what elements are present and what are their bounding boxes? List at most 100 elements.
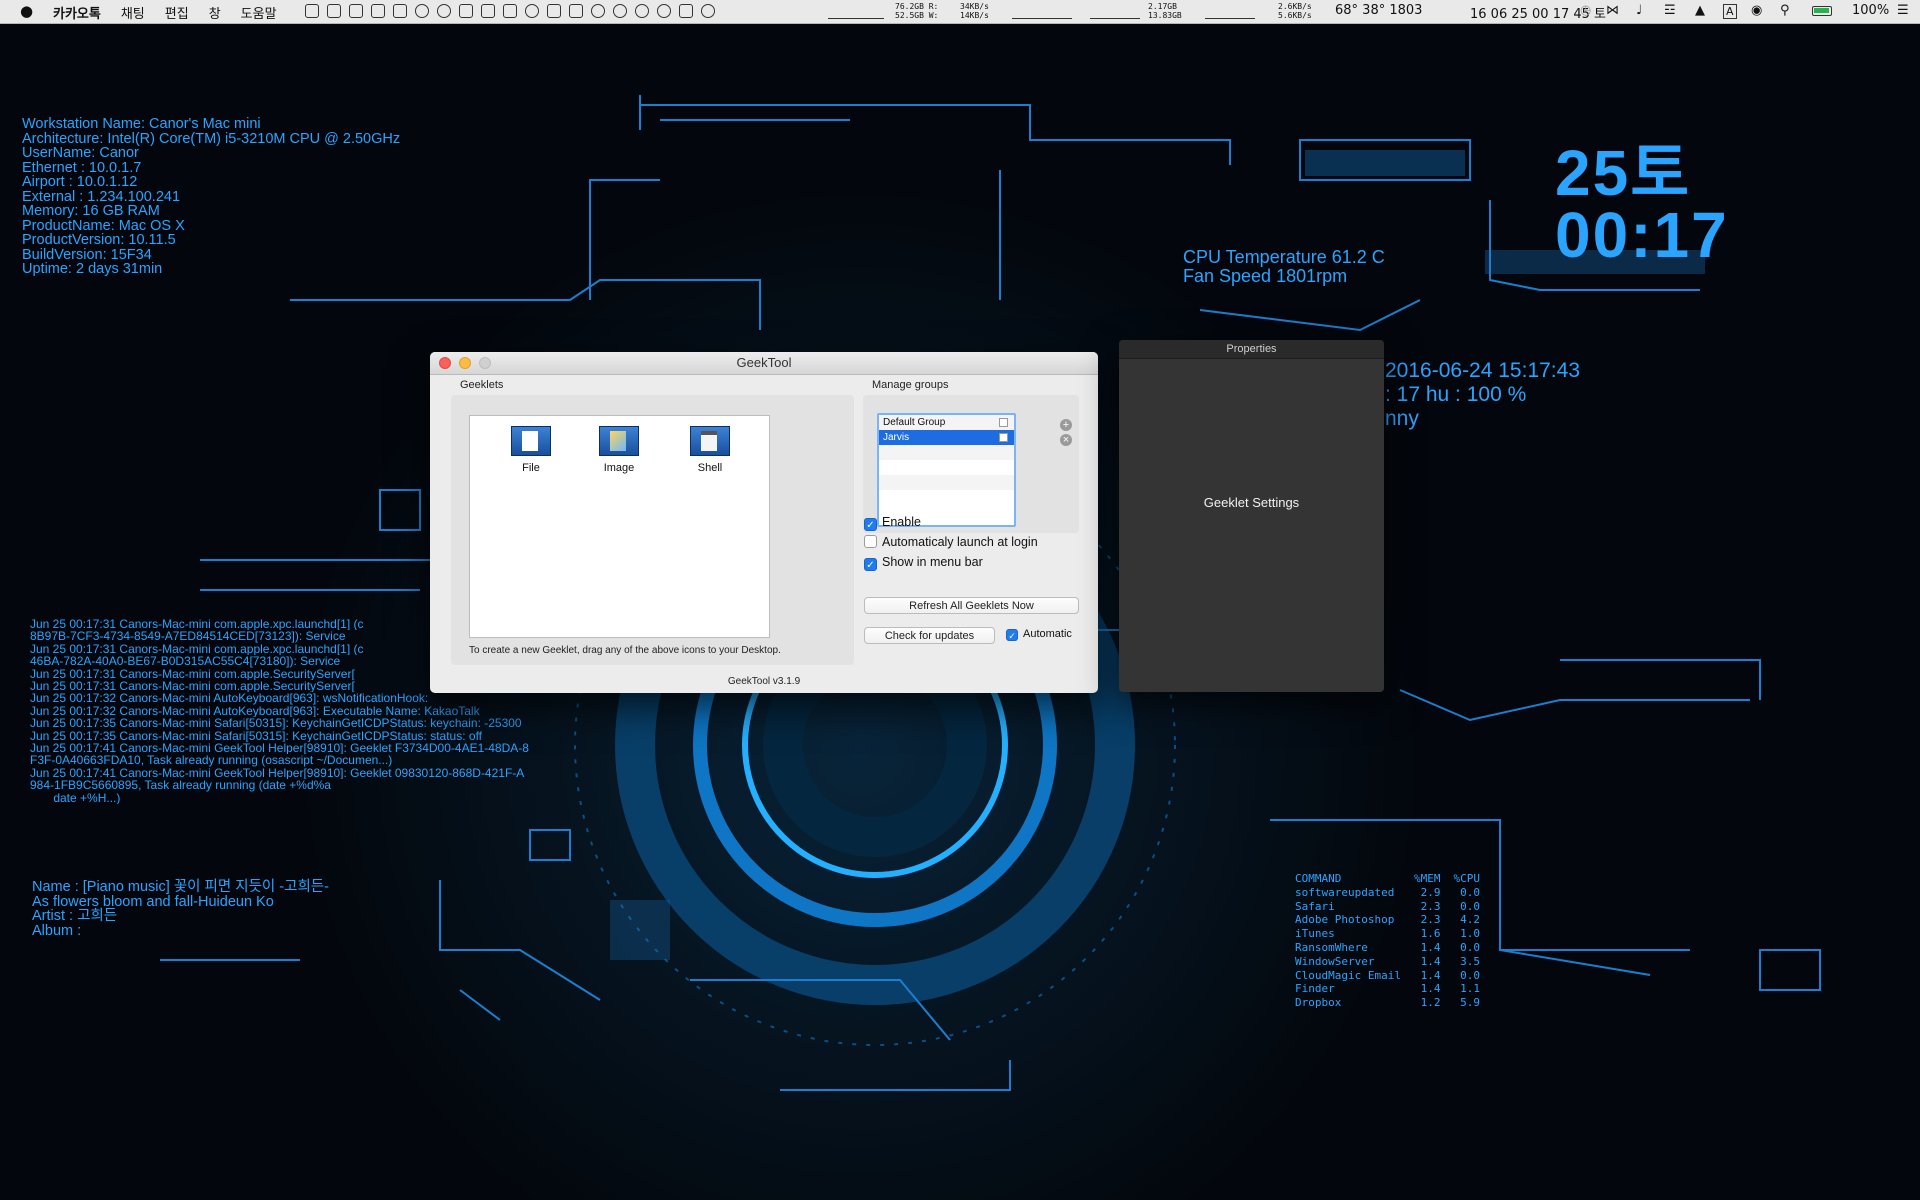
disk-stats[interactable]: 76.2GB R: 52.5GB W: <box>895 2 938 20</box>
log-line: Jun 25 00:17:41 Canors-Mac-mini GeekTool… <box>30 742 529 755</box>
process-row: CloudMagic Email 1.4 0.0 <box>1295 969 1483 983</box>
process-row: Dropbox 1.2 5.9 <box>1295 996 1483 1010</box>
apple-menu-icon[interactable]: ● <box>20 2 33 20</box>
process-mem: 1.4 <box>1420 940 1441 954</box>
sysinfo-line: Workstation Name: Canor's Mac mini <box>22 116 261 132</box>
clock-icon[interactable] <box>415 4 429 18</box>
temperature-readout[interactable]: 68° 38° 1803 <box>1335 3 1422 18</box>
eject-icon[interactable]: ▲ <box>1695 3 1705 18</box>
geektool-window: GeekTool Geeklets File Image Shell To cr… <box>430 352 1098 693</box>
menu-chat[interactable]: 채팅 <box>121 3 145 22</box>
group-visible-checkbox[interactable] <box>999 433 1008 442</box>
memory-graph[interactable] <box>1090 4 1140 19</box>
disk-icon[interactable] <box>393 4 407 18</box>
memory-free: 13.83GB <box>1148 11 1182 20</box>
folder-icon[interactable] <box>503 4 517 18</box>
input-source-icon[interactable]: A <box>1723 4 1737 19</box>
show-in-menubar-label: Show in menu bar <box>882 555 983 569</box>
menu-app-kakaotalk[interactable]: 카카오톡 <box>53 3 101 22</box>
process-mem: 1.4 <box>1420 954 1441 968</box>
process-name: Finder <box>1295 982 1335 996</box>
notification-icon[interactable] <box>701 4 715 18</box>
network-stats[interactable]: 2.6KB/s 5.6KB/s <box>1278 2 1312 20</box>
siri-icon[interactable]: ◉ <box>1751 3 1762 18</box>
group-name: Default Group <box>883 417 946 428</box>
search-icon[interactable]: ⚲ <box>1780 3 1790 18</box>
info-icon[interactable] <box>525 4 539 18</box>
activity-graph[interactable] <box>1012 4 1072 19</box>
network-graph[interactable] <box>1205 4 1255 19</box>
group-row-default[interactable]: Default Group <box>879 415 1014 430</box>
close-button[interactable] <box>439 357 451 369</box>
grid-icon[interactable] <box>481 4 495 18</box>
geeklet-file[interactable]: File <box>501 426 561 474</box>
automatic-row[interactable]: ✓ Automatic <box>1006 628 1072 641</box>
drop-icon[interactable] <box>613 4 627 18</box>
battery-icon[interactable] <box>1812 6 1832 16</box>
compass-icon[interactable] <box>591 4 605 18</box>
info-circle-icon[interactable] <box>657 4 671 18</box>
list-icon[interactable] <box>349 4 363 18</box>
geeklet-image[interactable]: Image <box>589 426 649 474</box>
volume-icon[interactable]: ♩ <box>1636 3 1642 18</box>
col-mem: %MEM <box>1413 872 1441 885</box>
disk-rates[interactable]: 34KB/s 14KB/s <box>960 2 989 20</box>
check-updates-button[interactable]: Check for updates <box>864 627 995 644</box>
autolaunch-label: Automaticaly launch at login <box>882 535 1038 549</box>
process-name: iTunes <box>1295 927 1335 941</box>
wifi-icon[interactable]: ☲ <box>1664 3 1676 18</box>
group-row-jarvis[interactable]: Jarvis <box>879 430 1014 445</box>
clock-time: 00:17 <box>1555 199 1729 271</box>
keyboard-icon[interactable] <box>679 4 693 18</box>
process-name: CloudMagic Email <box>1295 968 1401 982</box>
clipboard-icon[interactable] <box>327 4 341 18</box>
process-mem: 2.3 <box>1420 899 1441 913</box>
process-cpu: 1.1 <box>1460 982 1480 996</box>
show-in-menubar-row[interactable]: ✓ Show in menu bar <box>864 555 983 571</box>
process-cpu: 0.0 <box>1460 940 1480 954</box>
zoom-button <box>479 357 491 369</box>
window-icon[interactable] <box>459 4 473 18</box>
enable-checkbox[interactable]: ✓ <box>864 518 877 531</box>
group-name: Jarvis <box>883 432 910 443</box>
notification-center-icon[interactable]: ☰ <box>1897 3 1909 18</box>
battery-percent[interactable]: 100% <box>1852 3 1889 18</box>
disk-read-rate: 34KB/s <box>960 2 989 11</box>
terminal-icon[interactable] <box>371 4 385 18</box>
remove-group-button[interactable]: × <box>1060 434 1072 446</box>
time-machine-icon[interactable]: ◷ <box>1580 3 1591 18</box>
sync-icon[interactable] <box>635 4 649 18</box>
dropbox-icon[interactable] <box>547 4 561 18</box>
autolaunch-row[interactable]: Automaticaly launch at login <box>864 535 1038 549</box>
automatic-checkbox[interactable]: ✓ <box>1006 629 1018 641</box>
geeklet-shell[interactable]: Shell <box>680 426 740 474</box>
sysinfo-line: UserName: Canor <box>22 145 139 161</box>
process-row: RansomWhere 1.4 0.0 <box>1295 941 1483 955</box>
enable-row[interactable]: ✓ Enable <box>864 515 921 531</box>
menu-edit[interactable]: 편집 <box>165 3 189 22</box>
process-row: WindowServer 1.4 3.5 <box>1295 955 1483 969</box>
log-line: Jun 25 00:17:32 Canors-Mac-mini AutoKeyb… <box>30 692 429 705</box>
notes-icon[interactable] <box>305 4 319 18</box>
properties-title[interactable]: Properties <box>1119 340 1384 359</box>
add-group-button[interactable]: + <box>1060 419 1072 431</box>
properties-panel: Properties Geeklet Settings <box>1119 340 1384 692</box>
group-visible-checkbox[interactable] <box>999 418 1008 427</box>
window-titlebar[interactable]: GeekTool <box>430 352 1098 375</box>
cpu-graph[interactable] <box>828 4 884 19</box>
menu-help[interactable]: 도움말 <box>241 3 277 22</box>
music-name: Name : [Piano music] 꽃이 피면 지듯이 -고희든- <box>32 879 329 895</box>
script-icon[interactable] <box>569 4 583 18</box>
now-playing-widget: Name : [Piano music] 꽃이 피면 지듯이 -고희든- As … <box>32 880 329 938</box>
refresh-all-button[interactable]: Refresh All Geeklets Now <box>864 597 1079 614</box>
vpn-icon[interactable] <box>437 4 451 18</box>
group-row-empty <box>879 490 1014 505</box>
show-in-menubar-checkbox[interactable]: ✓ <box>864 558 877 571</box>
minimize-button[interactable] <box>459 357 471 369</box>
menu-window[interactable]: 창 <box>209 3 221 22</box>
process-mem: 2.3 <box>1420 913 1441 927</box>
geeklet-settings-placeholder: Geeklet Settings <box>1203 495 1300 510</box>
bluetooth-icon[interactable]: ⋈ <box>1606 3 1619 18</box>
memory-stats[interactable]: 2.17GB 13.83GB <box>1148 2 1182 20</box>
autolaunch-checkbox[interactable] <box>864 535 877 548</box>
